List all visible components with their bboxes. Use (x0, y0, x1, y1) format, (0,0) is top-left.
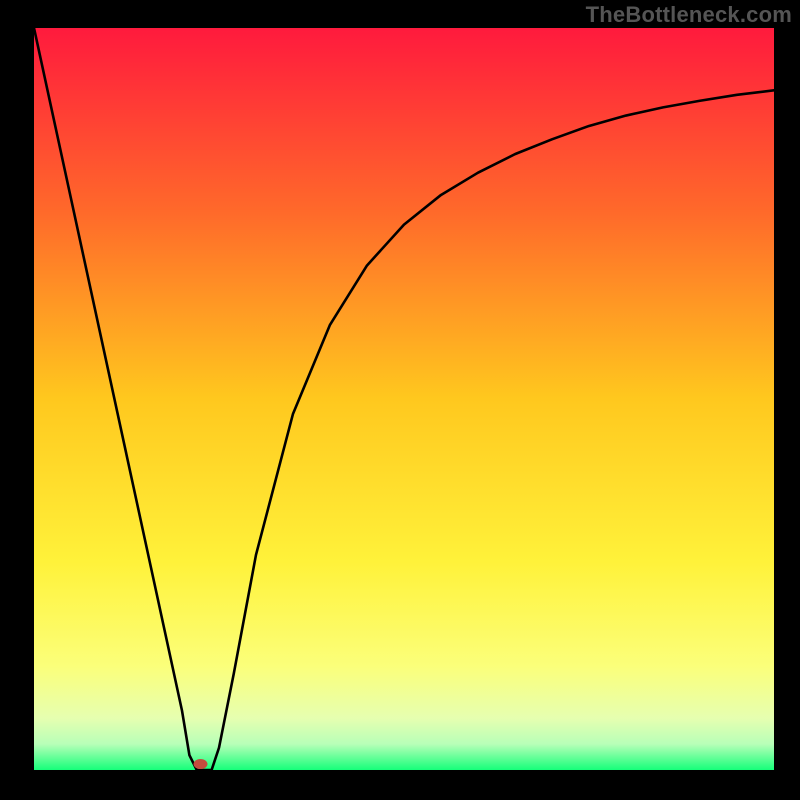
curve-layer (34, 28, 774, 770)
marker-dot (194, 759, 208, 769)
watermark-text: TheBottleneck.com (586, 2, 792, 28)
chart-frame: TheBottleneck.com (0, 0, 800, 800)
plot-area (34, 28, 774, 770)
bottleneck-curve (34, 28, 774, 770)
